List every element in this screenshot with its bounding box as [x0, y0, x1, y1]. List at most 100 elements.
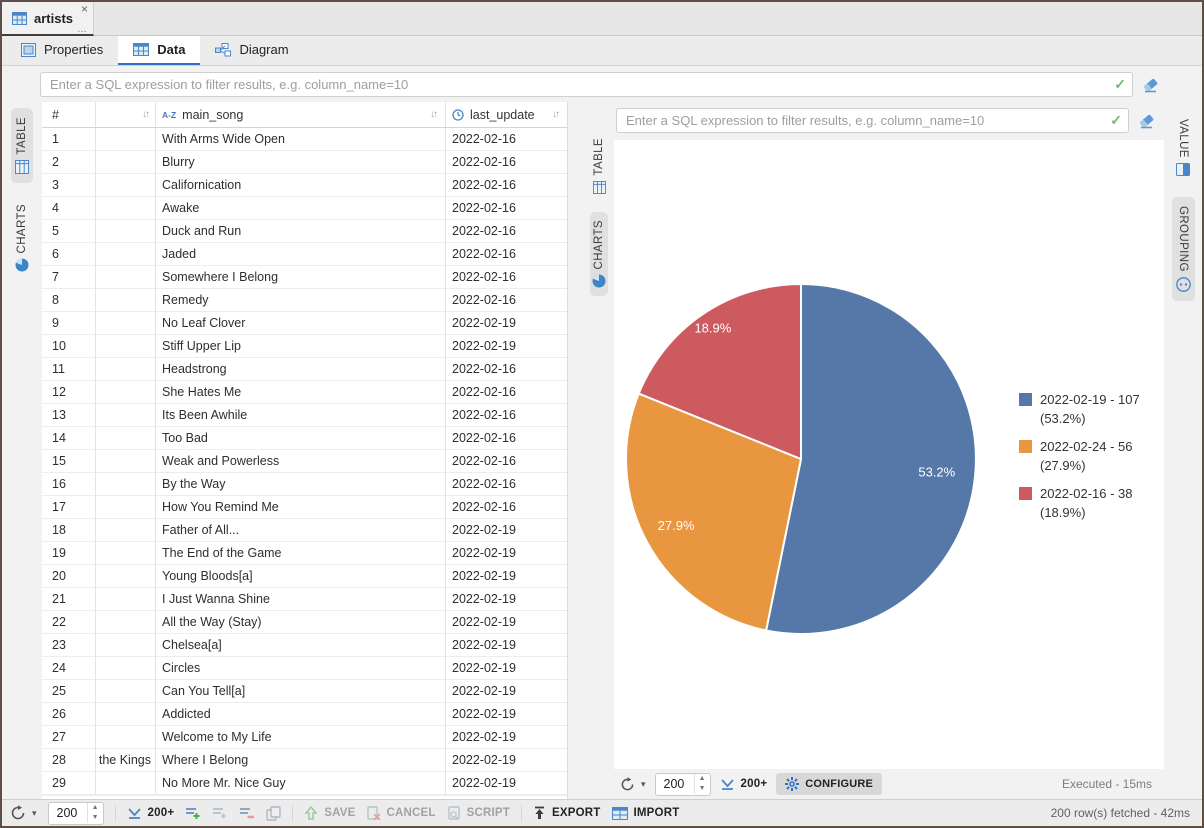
date-cell[interactable]: 2022-02-19 — [446, 749, 567, 772]
table-row[interactable]: 4 Awake 2022-02-16 — [42, 197, 567, 220]
row-number-cell[interactable]: 24 — [42, 657, 96, 680]
row-number-cell[interactable]: 15 — [42, 450, 96, 473]
song-cell[interactable]: I Just Wanna Shine — [156, 588, 446, 611]
artist-cell[interactable] — [96, 174, 156, 197]
panel-tab-charts[interactable]: CHARTS — [590, 212, 608, 296]
date-cell[interactable]: 2022-02-16 — [446, 151, 567, 174]
sidebar-tab-table[interactable]: TABLE — [11, 108, 33, 183]
table-row[interactable]: 26 Addicted 2022-02-19 — [42, 703, 567, 726]
date-cell[interactable]: 2022-02-16 — [446, 220, 567, 243]
row-number-cell[interactable]: 28 — [42, 749, 96, 772]
table-row[interactable]: 5 Duck and Run 2022-02-16 — [42, 220, 567, 243]
editor-tab-artists[interactable]: artists × … — [2, 2, 94, 36]
table-row[interactable]: 18 Father of All... 2022-02-19 — [42, 519, 567, 542]
header-last-update[interactable]: last_update ↓↑ — [446, 102, 567, 127]
table-row[interactable]: 13 Its Been Awhile 2022-02-16 — [42, 404, 567, 427]
apply-filter-icon[interactable]: ✓ — [1114, 76, 1126, 92]
song-cell[interactable]: Californication — [156, 174, 446, 197]
tab-overflow-dots[interactable]: … — [77, 26, 87, 34]
page-size-input[interactable] — [656, 777, 694, 791]
table-row[interactable]: 12 She Hates Me 2022-02-16 — [42, 381, 567, 404]
copy-value-button[interactable] — [266, 806, 281, 821]
song-cell[interactable]: Its Been Awhile — [156, 404, 446, 427]
row-number-cell[interactable]: 14 — [42, 427, 96, 450]
table-row[interactable]: 6 Jaded 2022-02-16 — [42, 243, 567, 266]
date-cell[interactable]: 2022-02-19 — [446, 565, 567, 588]
song-cell[interactable]: With Arms Wide Open — [156, 128, 446, 151]
date-cell[interactable]: 2022-02-19 — [446, 588, 567, 611]
row-number-cell[interactable]: 26 — [42, 703, 96, 726]
artist-cell[interactable] — [96, 427, 156, 450]
table-row[interactable]: 1 With Arms Wide Open 2022-02-16 — [42, 128, 567, 151]
song-cell[interactable]: By the Way — [156, 473, 446, 496]
song-cell[interactable]: How You Remind Me — [156, 496, 446, 519]
song-cell[interactable]: Blurry — [156, 151, 446, 174]
song-cell[interactable]: Young Bloods[a] — [156, 565, 446, 588]
date-cell[interactable]: 2022-02-16 — [446, 473, 567, 496]
date-cell[interactable]: 2022-02-19 — [446, 657, 567, 680]
fetch-all-button[interactable]: 200+ — [720, 778, 768, 791]
song-cell[interactable]: Awake — [156, 197, 446, 220]
song-cell[interactable]: Duck and Run — [156, 220, 446, 243]
artist-cell[interactable] — [96, 220, 156, 243]
song-cell[interactable]: Father of All... — [156, 519, 446, 542]
tab-properties[interactable]: Properties — [6, 36, 118, 65]
date-cell[interactable]: 2022-02-16 — [446, 243, 567, 266]
header-main-song[interactable]: A-Zmain_song ↓↑ — [156, 102, 446, 127]
row-number-cell[interactable]: 22 — [42, 611, 96, 634]
row-number-cell[interactable]: 27 — [42, 726, 96, 749]
table-row[interactable]: 20 Young Bloods[a] 2022-02-19 — [42, 565, 567, 588]
row-number-cell[interactable]: 29 — [42, 772, 96, 795]
date-cell[interactable]: 2022-02-16 — [446, 266, 567, 289]
artist-cell[interactable] — [96, 703, 156, 726]
table-row[interactable]: 11 Headstrong 2022-02-16 — [42, 358, 567, 381]
spin-up[interactable]: ▲ — [695, 774, 710, 784]
page-size-spinner[interactable]: ▲▼ — [655, 773, 711, 796]
song-cell[interactable]: No More Mr. Nice Guy — [156, 772, 446, 795]
table-row[interactable]: 23 Chelsea[a] 2022-02-19 — [42, 634, 567, 657]
song-cell[interactable]: All the Way (Stay) — [156, 611, 446, 634]
row-number-cell[interactable]: 16 — [42, 473, 96, 496]
side-tab-grouping[interactable]: GROUPING — [1172, 197, 1195, 301]
row-number-cell[interactable]: 3 — [42, 174, 96, 197]
song-cell[interactable]: Headstrong — [156, 358, 446, 381]
artist-cell[interactable] — [96, 243, 156, 266]
date-cell[interactable]: 2022-02-16 — [446, 427, 567, 450]
artist-cell[interactable] — [96, 358, 156, 381]
import-button[interactable]: IMPORT — [612, 807, 680, 820]
row-number-cell[interactable]: 7 — [42, 266, 96, 289]
header-artist[interactable]: ↓↑ — [96, 102, 156, 127]
song-cell[interactable]: Circles — [156, 657, 446, 680]
song-cell[interactable]: Addicted — [156, 703, 446, 726]
artist-cell[interactable] — [96, 519, 156, 542]
date-cell[interactable]: 2022-02-19 — [446, 335, 567, 358]
row-number-cell[interactable]: 18 — [42, 519, 96, 542]
date-cell[interactable]: 2022-02-19 — [446, 772, 567, 795]
sidebar-tab-charts[interactable]: CHARTS — [11, 195, 33, 281]
spin-up[interactable]: ▲ — [88, 803, 103, 813]
row-number-cell[interactable]: 6 — [42, 243, 96, 266]
row-number-cell[interactable]: 17 — [42, 496, 96, 519]
artist-cell[interactable] — [96, 657, 156, 680]
splitter[interactable] — [568, 102, 584, 799]
page-size-spinner[interactable]: ▲▼ — [48, 802, 104, 825]
artist-cell[interactable] — [96, 611, 156, 634]
artist-cell[interactable] — [96, 450, 156, 473]
row-number-cell[interactable]: 13 — [42, 404, 96, 427]
song-cell[interactable]: Remedy — [156, 289, 446, 312]
chart-sql-filter-input[interactable] — [616, 108, 1129, 133]
close-icon[interactable]: × — [81, 3, 88, 15]
row-number-cell[interactable]: 20 — [42, 565, 96, 588]
date-cell[interactable]: 2022-02-19 — [446, 634, 567, 657]
artist-cell[interactable] — [96, 726, 156, 749]
page-size-input[interactable] — [49, 806, 87, 820]
song-cell[interactable]: Where I Belong — [156, 749, 446, 772]
artist-cell[interactable] — [96, 151, 156, 174]
date-cell[interactable]: 2022-02-19 — [446, 726, 567, 749]
date-cell[interactable]: 2022-02-16 — [446, 128, 567, 151]
date-cell[interactable]: 2022-02-16 — [446, 496, 567, 519]
date-cell[interactable]: 2022-02-16 — [446, 450, 567, 473]
cancel-button[interactable]: CANCEL — [367, 806, 436, 820]
table-row[interactable]: 22 All the Way (Stay) 2022-02-19 — [42, 611, 567, 634]
table-row[interactable]: 9 No Leaf Clover 2022-02-19 — [42, 312, 567, 335]
